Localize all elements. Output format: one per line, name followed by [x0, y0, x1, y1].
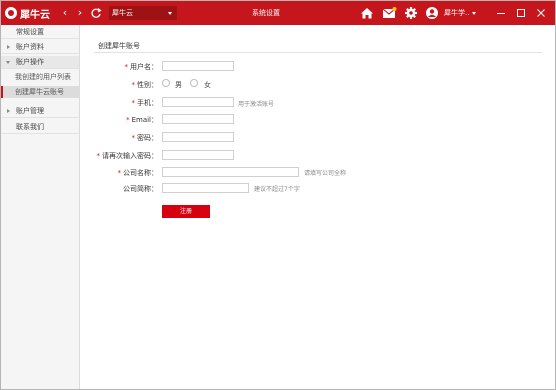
user-name[interactable]: 犀牛学.. — [444, 8, 469, 18]
chevron-down-icon — [6, 61, 10, 64]
divider — [94, 52, 542, 53]
sidebar-item-label: 联系我们 — [16, 123, 44, 131]
back-icon[interactable]: ‹ — [58, 6, 72, 20]
home-icon[interactable] — [360, 6, 374, 20]
sidebar-item-account-manage[interactable]: 账户管理 — [1, 105, 79, 118]
user-menu-chevron-icon[interactable] — [472, 12, 476, 15]
company-name-field[interactable] — [162, 167, 299, 177]
title-bar: 犀牛云 ‹ › 犀牛云 系统设置 犀牛学.. — [1, 1, 555, 25]
sidebar-item-contact[interactable]: 联系我们 — [1, 121, 79, 134]
password-confirm-label: * 请再次输入密码： — [96, 152, 159, 160]
sidebar-item-general[interactable]: 常规设置 — [1, 26, 79, 39]
close-icon[interactable] — [534, 6, 548, 20]
sidebar-item-label: 我创建的用户列表 — [15, 73, 71, 81]
sidebar-item-label: 账户管理 — [16, 107, 44, 115]
gender-female-radio[interactable] — [190, 79, 198, 87]
sidebar-item-account-info[interactable]: 账户资料 — [1, 41, 79, 54]
mail-icon[interactable] — [382, 6, 397, 20]
company-short-field[interactable] — [162, 183, 249, 193]
chevron-down-icon — [168, 12, 172, 15]
gender-male-label: 男 — [175, 81, 182, 89]
gear-icon[interactable] — [404, 6, 418, 20]
sidebar-item-label: 账户资料 — [16, 43, 44, 51]
sidebar-item-account-ops[interactable]: 账户操作 — [1, 56, 79, 69]
refresh-icon[interactable] — [89, 6, 103, 20]
page-title: 创建犀牛账号 — [98, 42, 140, 50]
phone-hint: 用于激活账号 — [238, 101, 275, 108]
company-name-hint: 请填写公司全称 — [304, 170, 347, 177]
company-short-label: 公司简称： — [123, 185, 158, 193]
password-label: * 密码： — [131, 134, 159, 142]
address-text: 犀牛云 — [112, 9, 133, 17]
register-button[interactable]: 注册 — [162, 205, 210, 218]
sidebar-item-create-account[interactable]: 创建犀牛云账号 — [1, 86, 79, 98]
chevron-right-icon — [7, 109, 10, 113]
sidebar-item-label: 账户操作 — [16, 58, 44, 66]
app-window: 犀牛云 ‹ › 犀牛云 系统设置 犀牛学.. 常规设置 账户资料 账户操作 我创… — [0, 0, 556, 390]
company-name-label: * 公司名称： — [117, 169, 159, 177]
gender-label: * 性别： — [131, 81, 159, 89]
username-label: * 用户名： — [124, 63, 159, 71]
logo-icon — [5, 7, 17, 19]
chevron-right-icon — [7, 45, 10, 49]
minimize-icon[interactable] — [494, 6, 508, 20]
avatar-icon[interactable] — [425, 6, 439, 20]
sidebar-item-label: 常规设置 — [16, 28, 44, 36]
forward-icon[interactable]: › — [73, 6, 87, 20]
phone-label: * 手机： — [131, 99, 159, 107]
maximize-icon[interactable] — [514, 6, 528, 20]
company-short-hint: 建议不超过7个字 — [254, 186, 300, 193]
gender-male-radio[interactable] — [162, 79, 170, 87]
window-title: 系统设置 — [252, 9, 280, 17]
address-dropdown[interactable]: 犀牛云 — [109, 6, 177, 20]
gender-female-label: 女 — [204, 81, 211, 89]
email-label: * Email： — [126, 116, 158, 124]
username-field[interactable] — [162, 61, 234, 71]
email-field[interactable] — [162, 114, 234, 124]
password-field[interactable] — [162, 132, 234, 142]
password-confirm-field[interactable] — [162, 150, 234, 160]
logo-text: 犀牛云 — [20, 9, 50, 21]
app-logo: 犀牛云 — [5, 5, 50, 21]
sidebar-item-label: 创建犀牛云账号 — [15, 88, 64, 96]
sidebar-item-my-users[interactable]: 我创建的用户列表 — [1, 71, 79, 83]
sidebar: 常规设置 账户资料 账户操作 我创建的用户列表 创建犀牛云账号 账户管理 联系我… — [1, 25, 80, 389]
phone-field[interactable] — [162, 97, 234, 107]
main-content: 创建犀牛账号 * 用户名： * 性别： 男 女 * 手机： 用于激活账号 * Email… — [80, 25, 555, 389]
